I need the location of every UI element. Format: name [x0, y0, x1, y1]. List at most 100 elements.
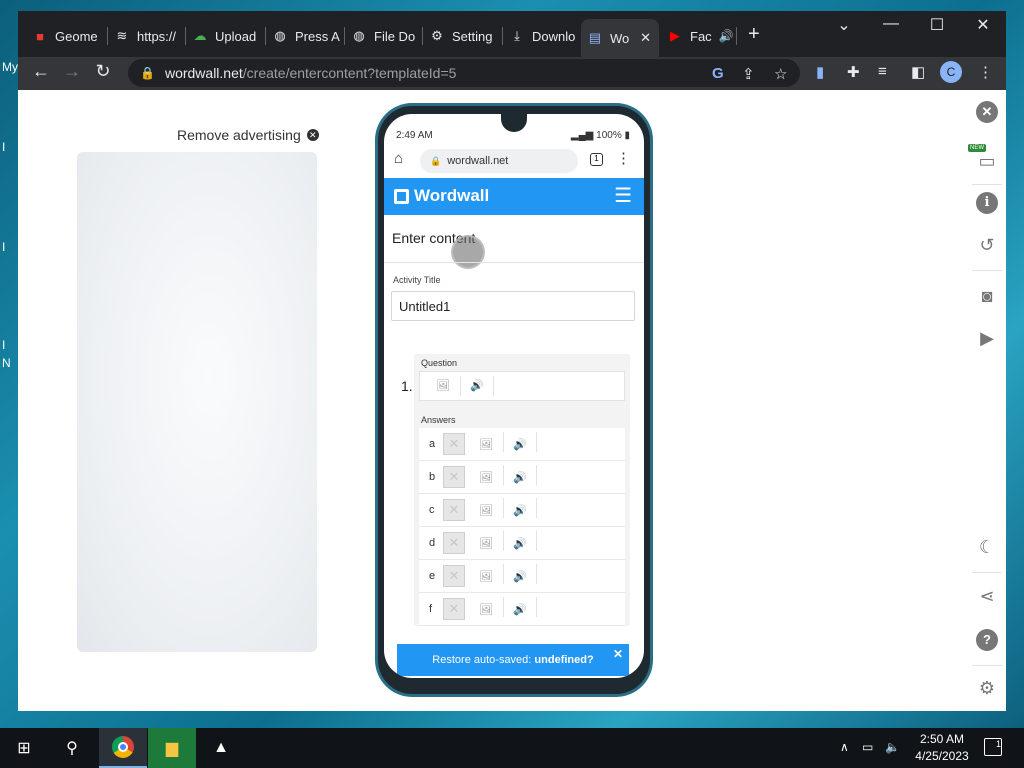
- tab-settings[interactable]: ⚙ Setting: [423, 23, 503, 49]
- chevron-up-icon[interactable]: ∧: [840, 740, 849, 754]
- desktop-edge: My I I I N: [0, 56, 18, 726]
- hamburger-menu-icon[interactable]: ☰: [614, 186, 632, 206]
- info-icon[interactable]: i: [976, 192, 998, 214]
- side-panel-icon[interactable]: ◧: [911, 63, 925, 81]
- share-icon[interactable]: ⇪: [742, 65, 755, 83]
- answer-row[interactable]: d ✕ 🖼 🔊: [419, 527, 625, 560]
- answer-letter: f: [429, 603, 433, 615]
- tab-wordwall[interactable]: ▤ Wo ✕: [581, 19, 659, 57]
- devices-icon[interactable]: ▭: [976, 150, 998, 172]
- new-tab-button[interactable]: +: [748, 24, 760, 44]
- delete-answer-icon[interactable]: ✕: [443, 598, 465, 620]
- delete-answer-icon[interactable]: ✕: [443, 433, 465, 455]
- address-bar[interactable]: 🔒 wordwall.net/create/entercontent?templ…: [128, 59, 800, 87]
- answer-row[interactable]: e ✕ 🖼 🔊: [419, 560, 625, 593]
- answer-row[interactable]: c ✕ 🖼 🔊: [419, 494, 625, 527]
- tab-upload[interactable]: ☁ Upload: [186, 23, 266, 49]
- video-icon[interactable]: ▶: [976, 327, 998, 349]
- audio-icon[interactable]: 🔊: [513, 570, 527, 583]
- search-icon[interactable]: ⚲: [48, 728, 96, 768]
- image-icon[interactable]: 🖼: [479, 570, 493, 583]
- image-icon[interactable]: 🖼: [479, 537, 493, 550]
- image-icon[interactable]: 🖼: [479, 504, 493, 517]
- tab-search-button[interactable]: ⌄: [821, 15, 867, 35]
- lock-icon: 🔒: [430, 155, 442, 166]
- extension-icon[interactable]: ▮: [816, 63, 824, 81]
- audio-icon[interactable]: 🔊: [513, 537, 527, 550]
- close-icon[interactable]: ✕: [976, 101, 998, 123]
- tab-press[interactable]: ◍ Press A: [266, 23, 345, 49]
- chrome-taskbar-icon[interactable]: [99, 728, 147, 768]
- wordwall-logo[interactable]: Wordwall: [394, 186, 489, 206]
- gear-icon: ⚙: [431, 28, 443, 43]
- back-button[interactable]: ←: [28, 61, 54, 82]
- tab-title: Upload: [215, 28, 257, 44]
- delete-answer-icon[interactable]: ✕: [443, 565, 465, 587]
- camera-icon[interactable]: ◙: [976, 285, 998, 307]
- delete-answer-icon[interactable]: ✕: [443, 466, 465, 488]
- audio-icon[interactable]: 🔊: [513, 504, 527, 517]
- mobile-address-bar[interactable]: 🔒 wordwall.net: [420, 149, 578, 173]
- audio-playing-icon[interactable]: 🔊: [719, 29, 734, 43]
- youtube-icon: ▶: [670, 28, 680, 43]
- tab-https[interactable]: ≋ https://: [108, 23, 186, 49]
- dark-mode-icon[interactable]: ☾: [976, 536, 998, 558]
- media-control-icon[interactable]: ≡: [878, 63, 887, 80]
- tab-facebook[interactable]: ▶ Fac 🔊: [661, 23, 737, 49]
- notification-center-icon[interactable]: 1: [984, 738, 1002, 756]
- wordwall-tab-icon: ▤: [588, 30, 602, 45]
- answer-letter: c: [429, 504, 435, 516]
- mobile-tab-count[interactable]: 1: [590, 153, 603, 166]
- delete-answer-icon[interactable]: ✕: [443, 499, 465, 521]
- tab-downloads[interactable]: ⤓ Downlo: [503, 23, 581, 49]
- audio-icon[interactable]: 🔊: [470, 379, 484, 392]
- maximize-button[interactable]: ☐: [914, 15, 960, 35]
- profile-avatar[interactable]: C: [940, 61, 962, 83]
- volume-icon[interactable]: 🔈: [885, 740, 900, 754]
- mobile-menu-icon[interactable]: ⋮: [616, 149, 631, 167]
- image-icon[interactable]: 🖼: [479, 471, 493, 484]
- google-lens-icon[interactable]: G: [712, 65, 724, 82]
- image-icon[interactable]: 🖼: [479, 603, 493, 616]
- tab-geome[interactable]: ■ Geome: [26, 23, 108, 49]
- reload-button[interactable]: ↻: [90, 61, 116, 82]
- image-icon[interactable]: 🖼: [436, 379, 450, 392]
- help-icon[interactable]: ?: [976, 629, 998, 651]
- file-explorer-icon[interactable]: ▆: [148, 728, 196, 768]
- answer-row[interactable]: f ✕ 🖼 🔊: [419, 593, 625, 626]
- audio-icon[interactable]: 🔊: [513, 471, 527, 484]
- remove-advertising-link[interactable]: Remove advertising ✕: [177, 127, 319, 143]
- close-circle-icon: ✕: [306, 129, 319, 141]
- answer-row[interactable]: b ✕ 🖼 🔊: [419, 461, 625, 494]
- forward-button[interactable]: →: [59, 61, 85, 82]
- close-tab-icon[interactable]: ✕: [640, 30, 651, 46]
- tab-title: Fac: [690, 28, 712, 44]
- minimize-button[interactable]: —: [868, 15, 914, 33]
- audio-icon[interactable]: 🔊: [513, 603, 527, 616]
- toast-close-icon[interactable]: ✕: [613, 647, 623, 661]
- tab-file[interactable]: ◍ File Do: [345, 23, 423, 49]
- restore-autosave-toast[interactable]: Restore auto-saved: undefined? ✕: [397, 644, 629, 676]
- network-icon[interactable]: ▭: [862, 740, 873, 754]
- home-icon[interactable]: ⌂: [394, 150, 403, 167]
- taskbar-clock[interactable]: 2:50 AM 4/25/2023: [904, 731, 980, 765]
- desktop-label: N: [2, 356, 11, 370]
- close-window-button[interactable]: ✕: [960, 15, 1006, 35]
- activity-title-input[interactable]: Untitled1: [391, 291, 635, 321]
- question-input-row[interactable]: 🖼 🔊: [419, 371, 625, 401]
- settings-gear-icon[interactable]: ⚙: [976, 677, 998, 699]
- audio-icon[interactable]: 🔊: [513, 438, 527, 451]
- puzzle-icon[interactable]: ✚: [847, 63, 860, 81]
- windows-start-icon[interactable]: ⊞: [0, 728, 48, 768]
- delete-answer-icon[interactable]: ✕: [443, 532, 465, 554]
- phone-status-bar: 2:49 AM ▂▄▆ 100% ▮: [384, 130, 644, 144]
- history-icon[interactable]: ↺: [976, 234, 998, 256]
- desktop-label: I: [2, 240, 6, 254]
- bookmark-star-icon[interactable]: ☆: [774, 65, 787, 83]
- more-menu-icon[interactable]: ⋮: [978, 63, 993, 81]
- image-icon[interactable]: 🖼: [479, 438, 493, 451]
- answer-row[interactable]: a ✕ 🖼 🔊: [419, 428, 625, 461]
- photos-icon[interactable]: ▲: [197, 728, 245, 768]
- share-icon[interactable]: ⋖: [976, 585, 998, 607]
- answer-letter: e: [429, 570, 436, 582]
